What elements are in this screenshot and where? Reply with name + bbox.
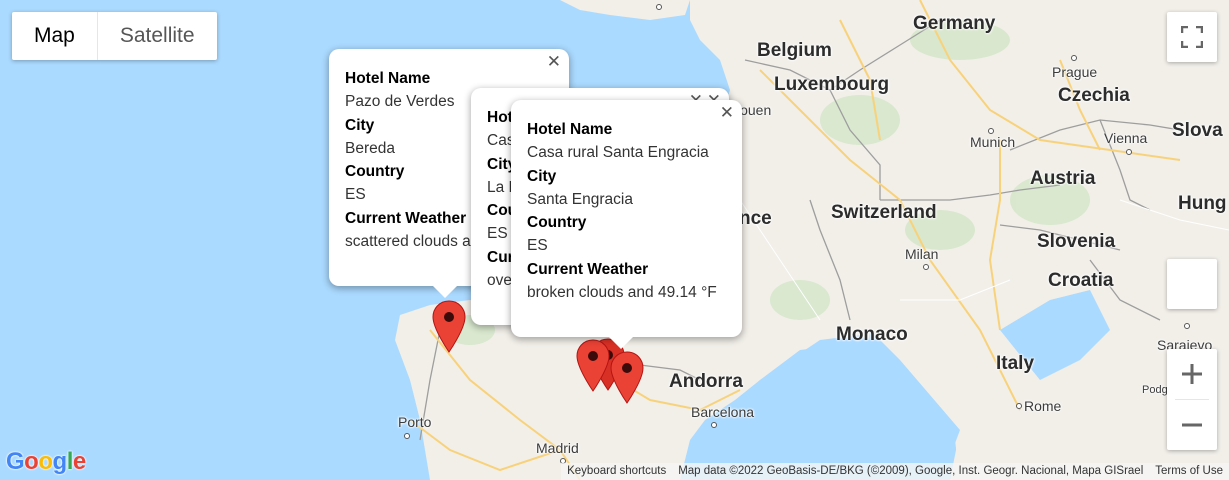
map-marker-icon[interactable] [575,339,611,393]
country-label: Belgium [757,40,832,61]
city-dot [1126,149,1132,155]
fullscreen-button[interactable] [1167,12,1217,62]
city-label: Prague [1052,64,1098,80]
city-label: Barcelona [691,404,755,420]
country-label: Slovenia [1037,231,1116,252]
fullscreen-icon [1181,26,1203,48]
zoom-in-button[interactable] [1167,349,1217,399]
city-label: City [527,167,557,185]
country-label: Italy [996,353,1035,374]
country-label: Germany [913,13,996,34]
street-view-button[interactable] [1167,259,1217,309]
city-dot [1071,55,1077,61]
weather-label: Current Weather [527,260,649,278]
city-label: Madrid [536,440,579,456]
map-canvas[interactable]: Belgium Germany Luxembourg Czechia Slova… [0,0,1229,480]
map-marker-icon[interactable] [609,351,645,405]
city-dot [1016,403,1022,409]
city-value: Santa Engracia [527,190,633,208]
city-label: Rome [1024,398,1062,414]
country-label: Czechia [1058,85,1130,106]
hotel-name-label: Hotel Name [345,70,431,87]
country-label: nce [739,208,772,229]
country-label: Austria [1030,168,1096,189]
map-type-map-button[interactable]: Map [12,12,97,60]
country-label: Slova [1172,120,1223,141]
info-window: ✕ Hotel Name Casa rural Santa Engracia C… [511,100,742,349]
country-label: Luxembourg [774,74,890,95]
zoom-control [1167,349,1217,450]
country-label: Monaco [836,324,908,345]
country-label: Andorra [669,371,743,392]
hotel-name-value: Casa rural Santa Engracia [527,144,709,162]
google-logo[interactable]: Google [6,448,86,476]
city-dot [404,433,410,439]
country-label: Switzerland [831,202,937,223]
city-dot [1184,323,1190,329]
minus-icon [1182,423,1202,427]
city-dot [711,422,717,428]
city-label: Porto [398,414,432,430]
zoom-out-button[interactable] [1167,400,1217,450]
keyboard-shortcuts-link[interactable]: Keyboard shortcuts [561,463,673,480]
plus-icon [1182,364,1202,384]
close-icon[interactable]: ✕ [547,53,561,70]
map-marker-icon[interactable] [431,300,467,354]
hotel-name-label: Hotel Name [527,121,613,138]
info-window-tail [433,286,457,298]
country-label: Hung [1178,193,1227,214]
city-dot [656,4,662,10]
country-value: ES [527,237,548,255]
map-footer: Keyboard shortcuts Map data ©2022 GeoBas… [561,463,1229,480]
city-label: Munich [970,134,1016,150]
map-attribution: Map data ©2022 GeoBasis-DE/BKG (©2009), … [672,463,1150,480]
weather-value: broken clouds and 49.14 °F [527,284,717,302]
city-dot [988,128,994,134]
country-label: Country [527,214,587,232]
city-label: Vienna [1104,130,1148,146]
country-label: Croatia [1048,270,1114,291]
city-dot [923,264,929,270]
info-window-tail [609,337,633,349]
map-type-control: Map Satellite [12,12,217,60]
terms-link[interactable]: Terms of Use [1149,463,1229,480]
close-icon[interactable]: ✕ [720,104,734,121]
map-type-satellite-button[interactable]: Satellite [96,12,217,60]
city-label: Milan [905,246,939,262]
